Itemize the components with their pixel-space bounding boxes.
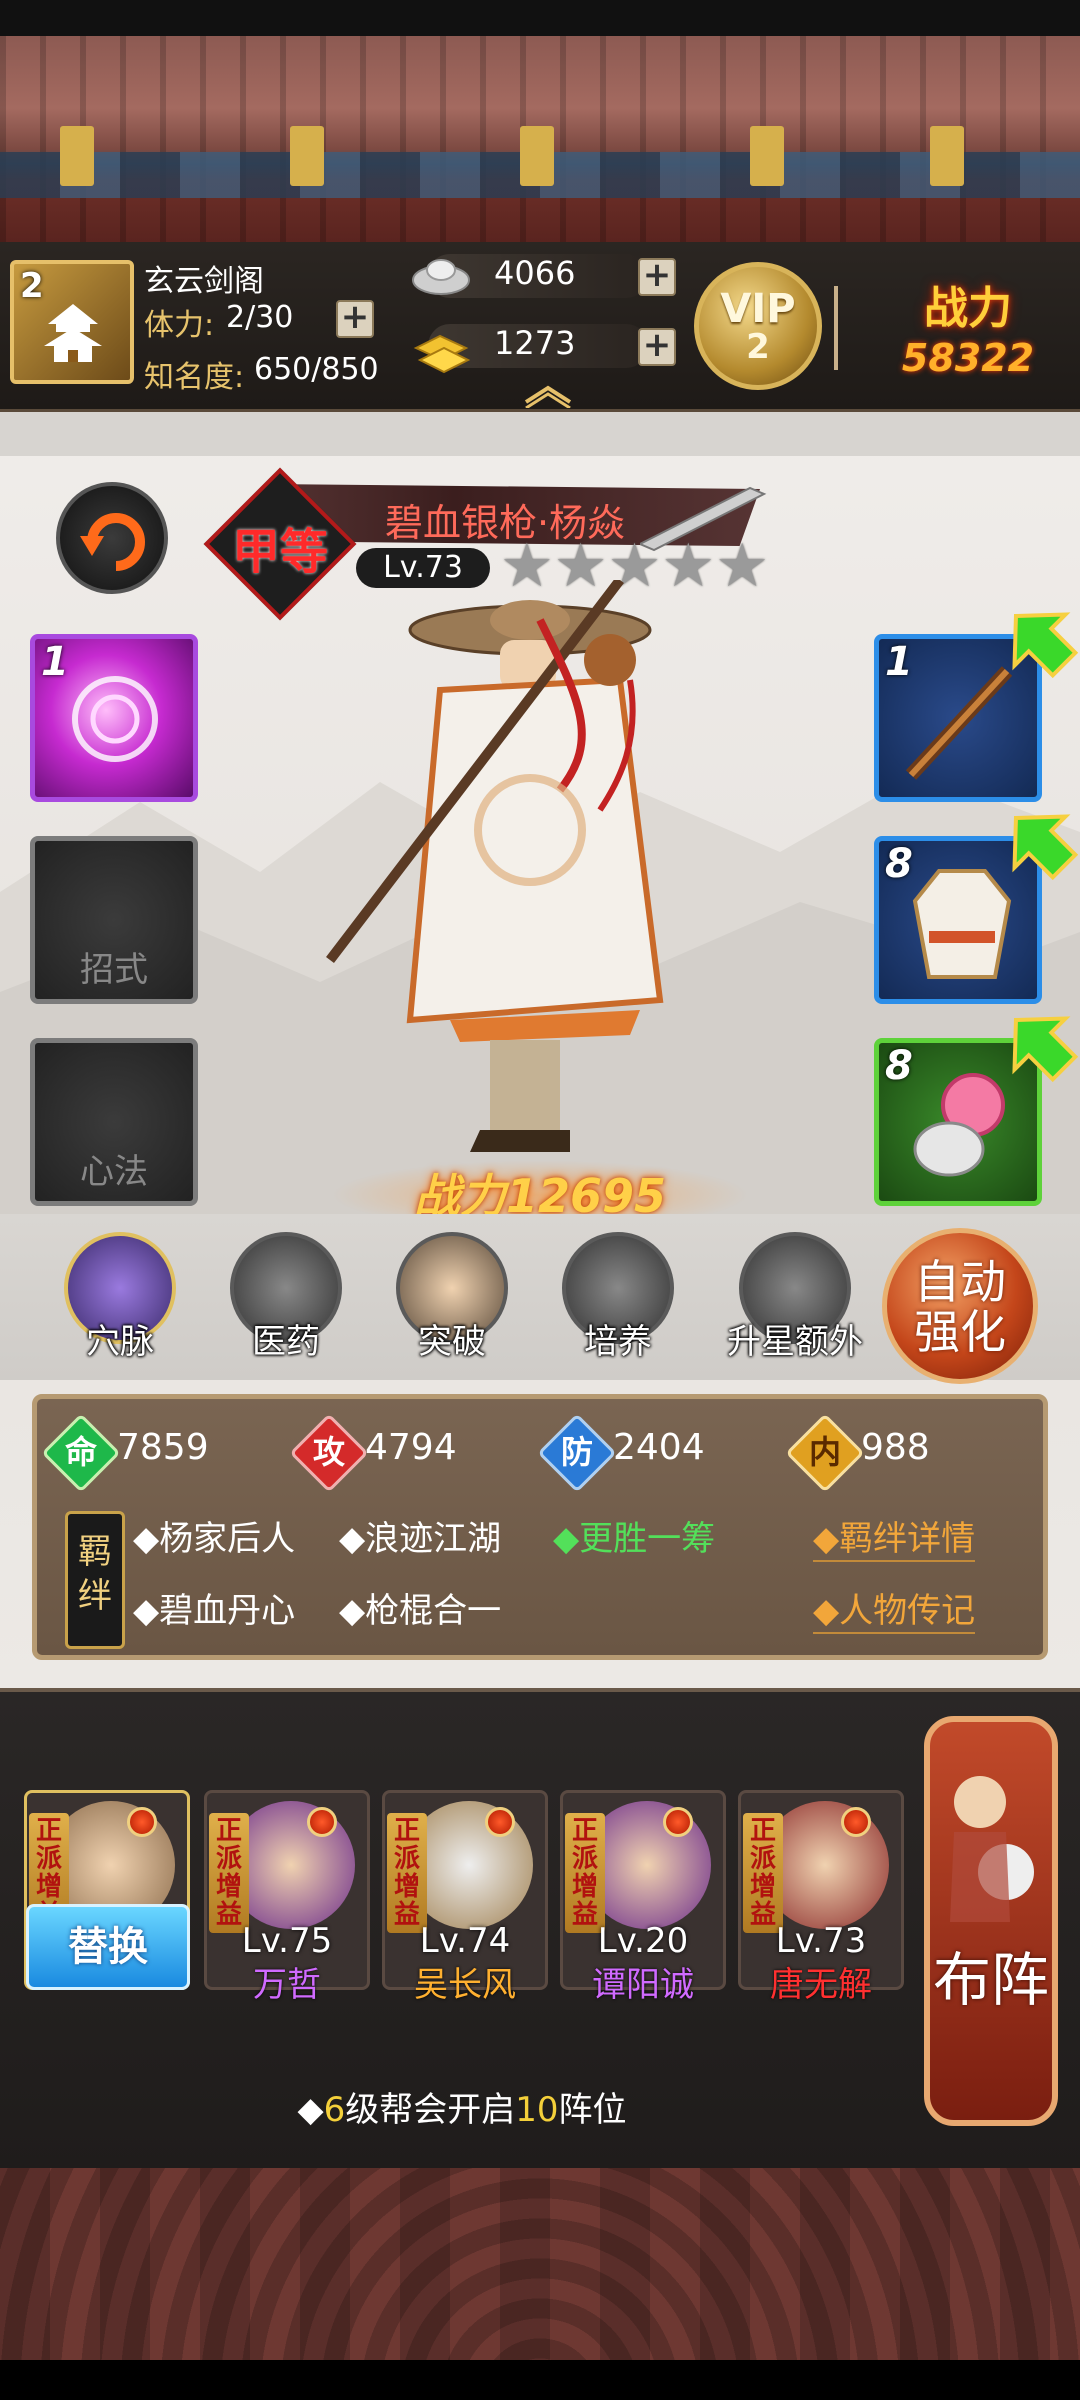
formation-heroes-art xyxy=(950,1776,1034,1922)
action-label: 医药 xyxy=(252,1322,320,1362)
replace-button[interactable]: 替换 xyxy=(26,1904,190,1990)
faction-tag: 正派增益 xyxy=(565,1813,605,1933)
vip-badge[interactable]: VIP 2 xyxy=(694,262,822,390)
action-star-up[interactable]: 升星额外 xyxy=(720,1232,870,1392)
spear-tip-decoration xyxy=(640,486,767,552)
silver-ingot-icon xyxy=(412,259,470,295)
hero-name: 谭阳诚 xyxy=(592,1965,694,2005)
back-arrow-icon xyxy=(80,513,145,571)
hero-name: 万哲 xyxy=(253,1965,321,2005)
guild-name: 玄云剑阁 xyxy=(144,264,264,299)
stamina-plus-button[interactable]: + xyxy=(336,300,374,338)
upgrade-arrow-icon[interactable] xyxy=(1000,1004,1080,1084)
auto-enhance-line1: 自动 xyxy=(914,1255,1006,1309)
stamina-label: 体力: xyxy=(144,308,215,343)
notification-dot xyxy=(307,1807,337,1837)
lineup-hero-4[interactable]: 正派增益 Lv.20 谭阳诚 xyxy=(560,1790,726,2005)
fame-value: 650/850 xyxy=(254,352,379,387)
gold-bars-icon xyxy=(413,334,471,374)
hero-level: Lv.20 xyxy=(597,1921,689,1961)
notification-dot xyxy=(663,1807,693,1837)
bond-details-link[interactable]: ◆羁绊详情 xyxy=(813,1511,976,1562)
faction-tag: 正派增益 xyxy=(209,1813,249,1933)
stat-life: 命 7859 xyxy=(41,1413,273,1493)
total-power[interactable]: 战力 58322 xyxy=(868,272,1068,392)
hero-name: 唐无解 xyxy=(770,1965,872,2005)
skill-slot-1[interactable]: 1 xyxy=(30,634,198,802)
notification-dot xyxy=(127,1807,157,1837)
stat-value: 2404 xyxy=(613,1427,705,1468)
top-status-bar: 2 玄云剑阁 体力: 2/30 + 知名度: 650/850 4066 + 12… xyxy=(0,242,1080,412)
vip-label: VIP xyxy=(720,286,796,332)
roof-decoration xyxy=(0,36,1080,242)
notification-dot xyxy=(841,1807,871,1837)
action-label: 升星额外 xyxy=(727,1322,863,1362)
stat-inner: 内 988 xyxy=(785,1413,1017,1493)
power-value: 58322 xyxy=(901,336,1035,380)
bond-item: ◆枪棍合一 xyxy=(339,1591,502,1631)
formation-label: 布阵 xyxy=(932,1946,1049,2014)
stat-value: 4794 xyxy=(365,1427,457,1468)
action-breakthrough[interactable]: 突破 xyxy=(388,1232,516,1392)
guild-badge[interactable]: 2 xyxy=(10,260,134,384)
slot-unlock-notice: ◆6级帮会开启10阵位 xyxy=(297,2090,627,2130)
fame-label: 知名度: xyxy=(144,360,245,395)
action-meridian[interactable]: 穴脉 xyxy=(56,1232,184,1392)
lineup-hero-3[interactable]: 正派增益 Lv.74 吴长风 xyxy=(382,1790,548,2005)
hero-level: Lv.74 xyxy=(419,1921,511,1961)
bond-item: ◆杨家后人 xyxy=(133,1519,296,1559)
auto-enhance-button[interactable]: 自动 强化 xyxy=(882,1228,1038,1384)
action-label: 培养 xyxy=(584,1322,652,1362)
formation-button[interactable]: 布阵 xyxy=(924,1716,1058,2126)
bond-item: ◆浪迹江湖 xyxy=(339,1519,502,1559)
action-label: 穴脉 xyxy=(86,1322,154,1362)
faction-tag: 正派增益 xyxy=(387,1813,427,1933)
faction-tag: 正派增益 xyxy=(743,1813,783,1933)
move-slot-label: 招式 xyxy=(80,950,148,990)
action-cultivate[interactable]: 培养 xyxy=(554,1232,682,1392)
stat-defense: 防 2404 xyxy=(537,1413,769,1493)
hero-grade: 甲等 xyxy=(231,524,328,580)
hero-level: Lv.73 xyxy=(775,1921,867,1961)
stat-attack: 攻 4794 xyxy=(289,1413,521,1493)
bottom-decoration xyxy=(0,2168,1080,2360)
vip-level: 2 xyxy=(746,327,770,367)
move-slot[interactable]: 招式 xyxy=(30,836,198,1004)
bond-badge: 羁绊 xyxy=(65,1511,125,1649)
stat-value: 7859 xyxy=(117,1427,209,1468)
mind-method-label: 心法 xyxy=(80,1152,148,1192)
stamina-value: 2/30 xyxy=(226,300,294,335)
hero-character xyxy=(326,580,664,1152)
hero-level: Lv.75 xyxy=(241,1921,333,1961)
gold-plus-button[interactable]: + xyxy=(638,328,676,366)
hero-name: 吴长风 xyxy=(414,1965,516,2005)
pagoda-icon xyxy=(44,304,102,362)
bond-item-active: ◆更胜一筹 xyxy=(553,1519,716,1559)
lineup-hero-5[interactable]: 正派增益 Lv.73 唐无解 xyxy=(738,1790,904,2005)
power-label: 战力 xyxy=(924,283,1012,334)
silver-value: 4066 xyxy=(494,254,576,292)
divider xyxy=(834,286,838,370)
auto-enhance-line2: 强化 xyxy=(914,1305,1006,1359)
stats-panel: 命 7859 攻 4794 防 2404 内 988 羁绊 ◆杨家后人 ◆浪迹江… xyxy=(32,1394,1048,1660)
upgrade-arrow-icon[interactable] xyxy=(1000,600,1080,680)
notification-dot xyxy=(485,1807,515,1837)
biography-link[interactable]: ◆人物传记 xyxy=(813,1583,976,1634)
silver-plus-button[interactable]: + xyxy=(638,258,676,296)
action-medicine[interactable]: 医药 xyxy=(222,1232,350,1392)
expand-chevron-icon[interactable] xyxy=(520,382,576,408)
bond-item: ◆碧血丹心 xyxy=(133,1591,296,1631)
gold-value: 1273 xyxy=(494,324,576,362)
lineup-hero-2[interactable]: 正派增益 Lv.75 万哲 xyxy=(204,1790,370,2005)
stat-value: 988 xyxy=(861,1427,930,1468)
upgrade-arrow-icon[interactable] xyxy=(1000,802,1080,882)
back-button[interactable] xyxy=(56,482,168,594)
mind-method-slot[interactable]: 心法 xyxy=(30,1038,198,1206)
action-label: 突破 xyxy=(418,1322,486,1362)
bottom-bar xyxy=(0,2360,1080,2400)
vortex-skill-icon xyxy=(72,676,158,762)
